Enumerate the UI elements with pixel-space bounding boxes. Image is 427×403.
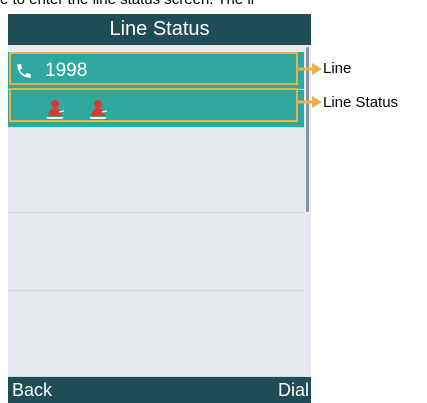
empty-list-row [8, 291, 304, 377]
empty-list-row [8, 138, 304, 213]
softkey-bar: Back Dial [8, 377, 311, 403]
page: e to enter the line status screen. The l… [0, 0, 427, 403]
back-softkey[interactable]: Back [12, 377, 52, 403]
callout-arrow-icon [297, 96, 322, 108]
empty-list-row [8, 213, 304, 291]
line-status-callout-box [9, 88, 298, 122]
callout-arrow-icon [297, 63, 322, 75]
line-status-callout-label: Line Status [323, 94, 399, 111]
dial-softkey[interactable]: Dial [278, 377, 309, 403]
instruction-text: e to enter the line status screen. The l… [0, 0, 427, 8]
line-callout-label: Line [323, 60, 352, 77]
line-callout-box [9, 52, 298, 85]
screen-title: Line Status [8, 14, 311, 45]
